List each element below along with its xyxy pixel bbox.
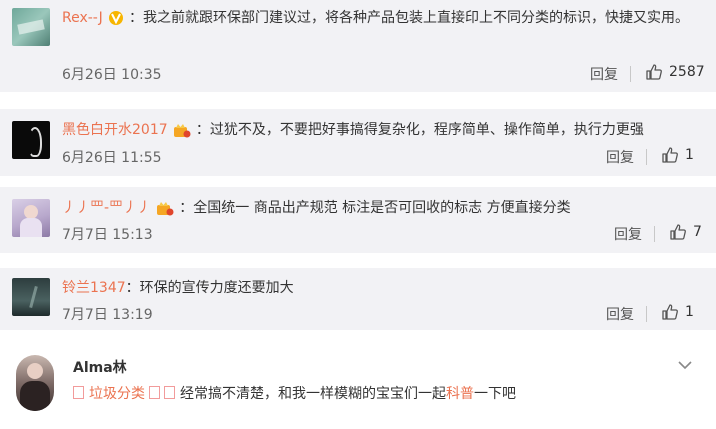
post-text-part: 经常搞不清楚，和我一样模糊的宝宝们一起 — [180, 386, 446, 402]
weibo-post: Alma林 垃圾分类 经常搞不清楚，和我一样模糊的宝宝们一起科普一下吧 — [0, 340, 716, 429]
comment-text: 环保的宣传力度还要加大 — [139, 280, 294, 296]
comment-body: 丿丿罒-罒丿丿 ：全国统一 商品出产规范 标注是否可回收的标志 方便直接分类 — [62, 196, 702, 220]
comment-body: 铃兰1347：环保的宣传力度还要加大 — [62, 276, 702, 300]
comment-text: 我之前就跟环保部门建议过，将各种产品包装上直接印上不同分类的标识，快捷又实用。 — [142, 10, 689, 26]
timestamp: 6月26日 10:35 — [62, 67, 162, 83]
thumbs-up-icon — [646, 64, 662, 80]
timestamp: 6月26日 11:55 — [62, 150, 162, 166]
like-button[interactable]: 1 — [661, 303, 694, 321]
divider — [646, 149, 647, 165]
comment-body: Rex--J ：我之前就跟环保部门建议过，将各种产品包装上直接印上不同分类的标识… — [62, 6, 702, 30]
post-username[interactable]: Alma林 — [73, 357, 127, 377]
like-button[interactable]: 1 — [661, 146, 694, 164]
comment-text: 全国统一 商品出产规范 标注是否可回收的标志 方便直接分类 — [193, 200, 571, 216]
divider — [630, 66, 631, 82]
vip-badge-icon — [108, 10, 123, 25]
thumbs-up-icon — [670, 224, 686, 240]
like-count: 1 — [685, 304, 694, 320]
comment-text: 过犹不及，不要把好事搞得复杂化，程序简单、操作简单，执行力更强 — [209, 122, 644, 138]
comment-body: 黑色白开水2017 ：过犹不及，不要把好事搞得复杂化，程序简单、操作简单，执行力… — [62, 118, 702, 142]
colon: ： — [125, 280, 140, 296]
comment-card: 丿丿罒-罒丿丿 ：全国统一 商品出产规范 标注是否可回收的标志 方便直接分类 7… — [0, 187, 716, 253]
avatar[interactable] — [12, 199, 50, 237]
username[interactable]: 黑色白开水2017 — [62, 122, 168, 138]
reply-button[interactable]: 回复 — [590, 64, 618, 84]
avatar[interactable] — [12, 8, 50, 46]
emoji-placeholder — [149, 386, 160, 399]
avatar[interactable] — [12, 278, 50, 316]
like-count: 7 — [693, 224, 702, 240]
chevron-down-icon[interactable] — [678, 360, 692, 370]
timestamp: 7月7日 13:19 — [62, 307, 153, 323]
thumbs-up-icon — [662, 147, 678, 163]
comment-card: 铃兰1347：环保的宣传力度还要加大 7月7日 13:19 回复 1 — [0, 268, 716, 330]
timestamp: 7月7日 15:13 — [62, 227, 153, 243]
like-count: 1 — [685, 147, 694, 163]
colon: ： — [195, 122, 210, 138]
username[interactable]: 铃兰1347 — [62, 280, 126, 296]
avatar[interactable] — [12, 121, 50, 159]
like-button[interactable]: 7 — [669, 223, 702, 241]
comment-card: 黑色白开水2017 ：过犹不及，不要把好事搞得复杂化，程序简单、操作简单，执行力… — [0, 109, 716, 176]
avatar[interactable] — [16, 355, 54, 411]
reply-button[interactable]: 回复 — [606, 147, 634, 167]
vip-crown-icon — [157, 201, 174, 215]
post-text: 垃圾分类 经常搞不清楚，和我一样模糊的宝宝们一起科普一下吧 — [73, 383, 516, 403]
thumbs-up-icon — [662, 304, 678, 320]
topic-link[interactable]: 垃圾分类 — [89, 386, 145, 402]
like-button[interactable]: 2587 — [645, 63, 705, 81]
reply-button[interactable]: 回复 — [606, 304, 634, 324]
username[interactable]: Rex--J — [62, 10, 103, 26]
comment-card: Rex--J ：我之前就跟环保部门建议过，将各种产品包装上直接印上不同分类的标识… — [0, 0, 716, 92]
post-text-part: 一下吧 — [474, 386, 516, 402]
divider — [646, 306, 647, 322]
username[interactable]: 丿丿罒-罒丿丿 — [62, 200, 151, 216]
divider — [654, 226, 655, 242]
colon: ： — [128, 10, 143, 26]
reply-button[interactable]: 回复 — [614, 224, 642, 244]
colon: ： — [179, 200, 194, 216]
like-count: 2587 — [669, 64, 705, 80]
emoji-placeholder — [73, 386, 84, 399]
keyword-link[interactable]: 科普 — [446, 386, 474, 402]
vip-crown-icon — [173, 123, 191, 137]
emoji-placeholder — [164, 386, 175, 399]
